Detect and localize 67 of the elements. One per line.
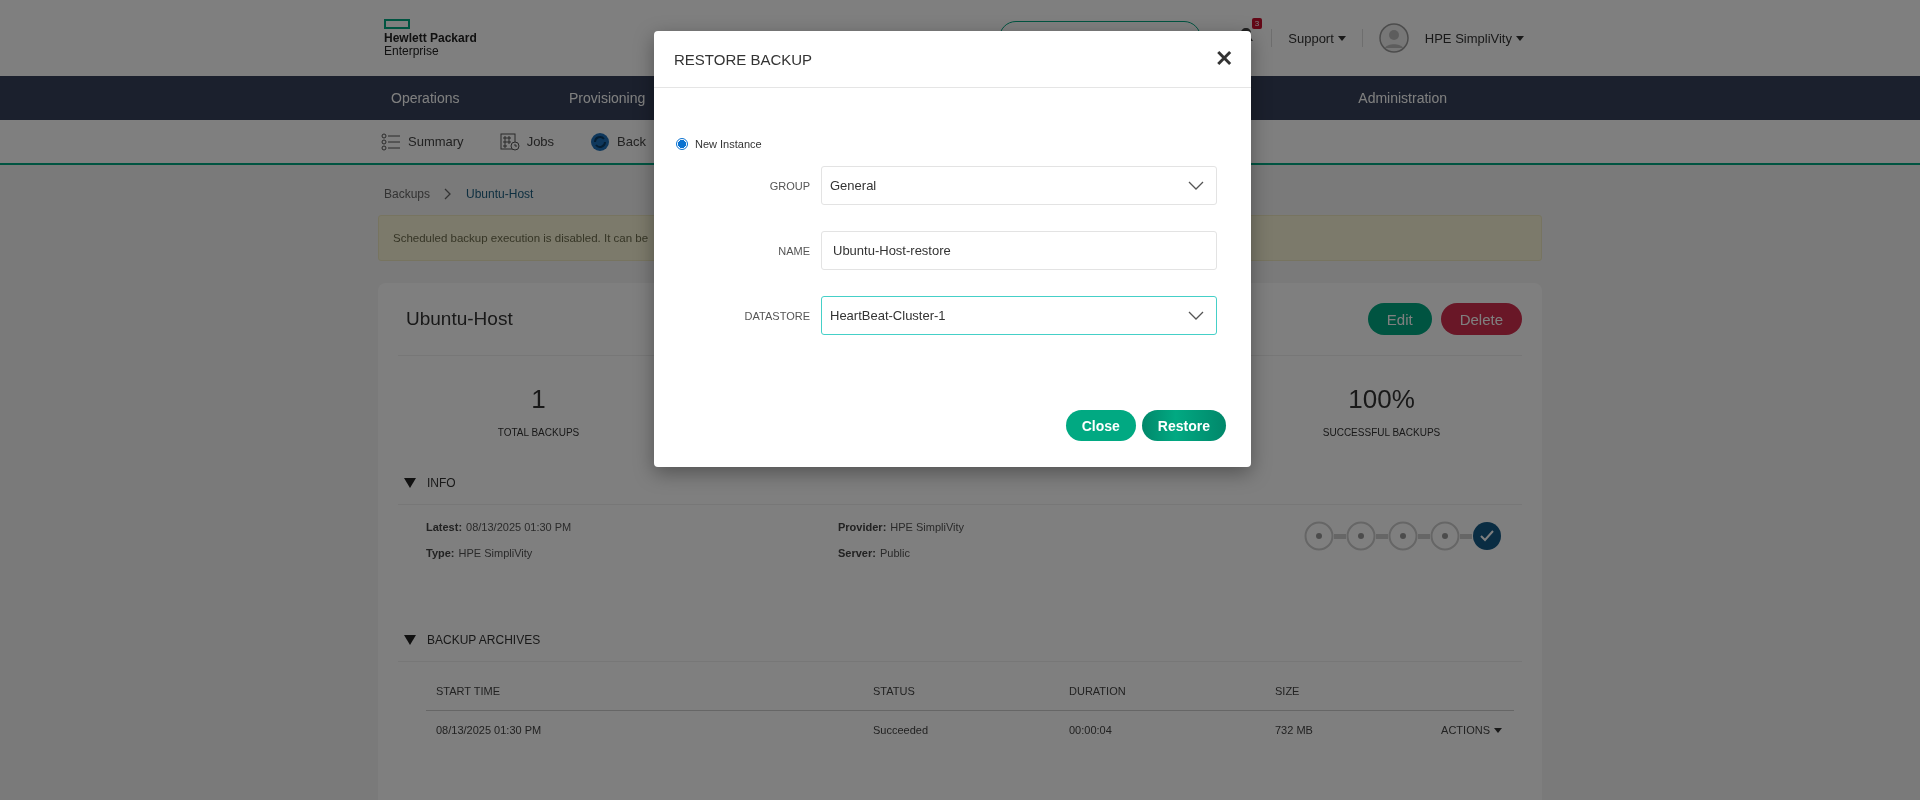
nav-item[interactable]: Administration — [1345, 90, 1542, 106]
stat-label: TOTAL BACKUPS — [497, 427, 580, 438]
info-label: Latest: — [426, 521, 463, 533]
info-label: Server: — [838, 547, 876, 559]
step-connector — [1460, 533, 1472, 539]
chevron-down-icon — [1188, 311, 1204, 320]
section-title[interactable]: BACKUP ARCHIVES — [427, 633, 541, 647]
info-label: Type: — [426, 547, 455, 559]
actions-menu[interactable]: ACTIONS — [1435, 723, 1514, 737]
caret-icon — [1494, 727, 1502, 733]
logo-icon — [384, 18, 410, 29]
logo-subtext: Enterprise — [384, 44, 440, 58]
action-button[interactable]: Edit — [1367, 303, 1432, 335]
step-connector — [1376, 533, 1388, 539]
warning-text: Scheduled backup execution is disabled. It can be — [393, 232, 649, 244]
triangle-icon[interactable] — [404, 478, 416, 488]
caret-icon — [1516, 35, 1524, 41]
info-value: HPE SimpliVity — [458, 547, 533, 559]
nav-item[interactable]: Operations — [378, 90, 556, 106]
stat-value: 1 — [531, 384, 546, 415]
chevron-down-icon — [1188, 181, 1204, 190]
step-connector — [1334, 533, 1346, 539]
column-header: STATUS — [873, 685, 916, 697]
action-button[interactable]: Delete — [1440, 303, 1522, 335]
radio-label[interactable]: New Instance — [695, 138, 762, 150]
subnav-link[interactable]: Jobs — [526, 134, 555, 149]
table-cell-text: 732 MB — [1275, 724, 1314, 736]
info-value: Public — [879, 547, 910, 559]
section-title[interactable]: INFO — [427, 476, 456, 490]
dialog-button[interactable]: Restore — [1141, 410, 1226, 441]
triangle-icon[interactable] — [404, 635, 416, 645]
column-header: SIZE — [1275, 685, 1301, 697]
subnav-link[interactable]: Summary — [408, 134, 464, 149]
field-label: DATASTORE — [743, 309, 810, 322]
dialog-button[interactable]: Close — [1065, 410, 1136, 441]
stat-value: 100% — [1348, 384, 1415, 415]
table-cell-text: 08/13/2025 01:30 PM — [436, 724, 543, 736]
card-title: Ubuntu-Host — [406, 308, 513, 330]
logo-text: Hewlett Packard — [384, 31, 477, 45]
step-connector — [1418, 533, 1430, 539]
close-button[interactable]: ✕ — [1215, 48, 1233, 70]
column-header: DURATION — [1069, 685, 1127, 697]
select-field[interactable]: General — [821, 166, 1217, 205]
input-field[interactable]: Ubuntu-Host-restore — [821, 231, 1217, 270]
stat-label: SUCCESSFUL BACKUPS — [1322, 427, 1441, 438]
info-label: Provider: — [838, 521, 887, 533]
caret-icon — [1337, 35, 1346, 41]
modal-title: RESTORE BACKUP — [674, 50, 813, 68]
field-label: NAME — [777, 244, 810, 257]
refresh-icon[interactable] — [590, 131, 611, 152]
subnav-link[interactable]: Back — [617, 134, 646, 149]
breadcrumb-link[interactable]: Backups — [384, 187, 431, 201]
field-label: GROUP — [768, 179, 810, 192]
breadcrumb-current: Ubuntu-Host — [466, 187, 534, 201]
table-cell-text: 00:00:04 — [1069, 724, 1113, 736]
chevron-right-icon — [444, 188, 453, 200]
info-value: 08/13/2025 01:30 PM — [466, 521, 572, 533]
select-field[interactable]: HeartBeat-Cluster-1 — [821, 296, 1217, 335]
support-menu[interactable]: Support — [1288, 30, 1346, 46]
radio-button[interactable] — [676, 138, 688, 150]
column-header: START TIME — [436, 685, 501, 697]
list-icon[interactable] — [381, 132, 401, 151]
notification-badge: 3 — [1251, 18, 1263, 29]
table-cell-text: Succeeded — [873, 724, 930, 736]
user-menu[interactable]: HPE SimpliVity — [1424, 30, 1524, 46]
info-value: HPE SimpliVity — [890, 521, 965, 533]
calendar-icon[interactable] — [499, 132, 520, 151]
